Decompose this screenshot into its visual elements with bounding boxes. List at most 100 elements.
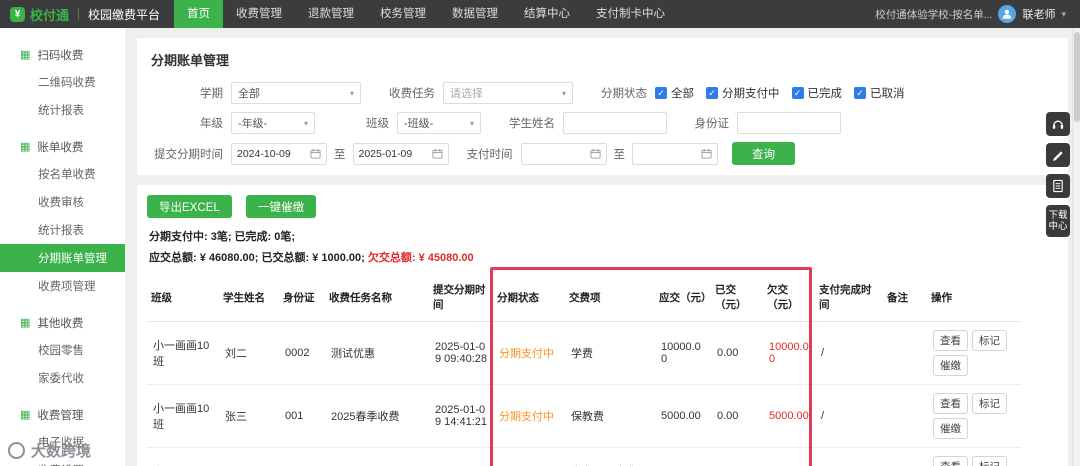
cell-owed: 30080.00 — [763, 447, 815, 466]
topnav-item[interactable]: 校务管理 — [367, 0, 439, 28]
idcard-input[interactable] — [737, 112, 841, 134]
view-button[interactable]: 查看 — [933, 456, 968, 466]
sidebar-item[interactable]: 校园零售 — [0, 336, 125, 364]
remind-button[interactable]: 催缴 — [933, 418, 968, 439]
cell-student: 张三 — [219, 384, 279, 448]
cell-task: 春季收费 — [325, 447, 429, 466]
user-icon — [1003, 9, 1012, 19]
headset-icon — [1052, 120, 1064, 129]
scrollbar-thumb[interactable] — [1073, 32, 1080, 122]
export-excel-button[interactable]: 导出EXCEL — [147, 195, 232, 218]
submit-from-date[interactable]: 2024-10-09 — [231, 142, 327, 165]
table-row: 小一画画10班 刘二 0002 测试优惠 2025-01-09 09:40:28 分期支付… — [147, 321, 1021, 385]
column-header: 班级 — [147, 273, 219, 322]
support-button[interactable] — [1046, 112, 1070, 136]
watermark-logo-icon — [8, 442, 25, 459]
search-button[interactable]: 查询 — [732, 142, 795, 165]
remind-button[interactable]: 催缴 — [933, 355, 968, 376]
sidebar-section-header[interactable]: ▦ 扫码收费 — [0, 42, 125, 68]
student-name-input[interactable] — [563, 112, 667, 134]
feedback-button[interactable] — [1046, 143, 1070, 167]
submit-to-date[interactable]: 2025-01-09 — [352, 142, 449, 165]
topnav-item[interactable]: 数据管理 — [439, 0, 511, 28]
view-button[interactable]: 查看 — [933, 393, 968, 414]
cell-items: 学费、伙食费、住宿费 — [565, 447, 655, 466]
class-select[interactable]: -班级- ▾ — [397, 112, 481, 134]
column-header: 交费项 — [565, 273, 655, 322]
cell-note — [883, 321, 927, 385]
sidebar-item[interactable]: 统计报表 — [0, 216, 125, 244]
float-toolbar: 下载中心 — [1046, 112, 1070, 237]
sidebar-item[interactable]: 收费项管理 — [0, 272, 125, 300]
cell-class-name: 小一画画10班 — [147, 321, 219, 385]
semester-select[interactable]: 全部 ▾ — [231, 82, 361, 104]
sidebar-item[interactable]: 分期账单管理 — [0, 244, 125, 272]
user-name[interactable]: 联老师 — [1022, 6, 1055, 22]
cell-owed: 10000.00 — [763, 321, 815, 385]
cell-actions: 查看标记催缴 — [927, 447, 1021, 466]
batch-remind-button[interactable]: 一键催缴 — [246, 195, 317, 218]
cell-submit-time: 2025-01-09 15:35:40 — [429, 447, 493, 466]
cell-due: 31080.00 — [655, 447, 711, 466]
topnav-item[interactable]: 支付制卡中心 — [583, 0, 678, 28]
status-checkbox[interactable]: ✓ 已取消 — [854, 85, 905, 101]
pen-icon — [1053, 151, 1063, 161]
mark-button[interactable]: 标记 — [972, 456, 1007, 466]
pay-from-date[interactable] — [520, 142, 607, 165]
summary: 分期支付中: 3笔; 已完成: 0笔; 应交总额: ¥ 46080.00; 已交… — [149, 228, 1056, 265]
sidebar-section-header[interactable]: ▦ 账单收费 — [0, 134, 125, 160]
sidebar: ▦ 扫码收费 二维码收费 统计报表 ▦ 账单收费 按名单收费 收费审核 统计报表 分期账单管理 收费… — [0, 28, 125, 466]
status-checkbox[interactable]: ✓ 已完成 — [791, 85, 842, 101]
topnav-item[interactable]: 退款管理 — [295, 0, 367, 28]
section-grid-icon: ▦ — [20, 140, 31, 153]
brand[interactable]: ¥ 校付通 — [0, 5, 75, 24]
chevron-down-icon: ▾ — [561, 88, 566, 98]
task-placeholder: 请选择 — [450, 88, 483, 100]
sidebar-item[interactable]: 家委代收 — [0, 364, 125, 392]
column-header: 应交（元） — [655, 273, 712, 322]
topnav-item[interactable]: 首页 — [174, 0, 224, 28]
sidebar-item[interactable]: 统计报表 — [0, 96, 125, 124]
document-button[interactable] — [1046, 174, 1070, 198]
mark-button[interactable]: 标记 — [972, 393, 1007, 414]
cell-items: 保教费 — [565, 384, 655, 448]
topnav-item[interactable]: 结算中心 — [511, 0, 583, 28]
status-checkbox[interactable]: ✓ 分期支付中 — [706, 85, 780, 101]
mark-button[interactable]: 标记 — [972, 330, 1007, 351]
vertical-scrollbar[interactable] — [1072, 28, 1080, 466]
topbar: ¥ 校付通 校园缴费平台 首页 收费管理 退款管理 校务管理 数据管理 结算中心 支付制卡中… — [0, 0, 1080, 28]
sidebar-section-label: 扫码收费 — [37, 50, 84, 62]
watermark-text: 大数跨境 — [31, 443, 92, 460]
avatar[interactable] — [998, 5, 1017, 23]
sidebar-section-header[interactable]: ▦ 其他收费 — [0, 310, 125, 336]
filter-row-2: 年级 -年级- ▾ 班级 -班级- ▾ 学生姓名 身份证 — [151, 112, 1054, 134]
cell-note — [883, 447, 927, 466]
cell-student: 李四 — [219, 447, 279, 466]
sidebar-item[interactable]: 二维码收费 — [0, 68, 125, 96]
sidebar-item[interactable]: 收费审核 — [0, 188, 125, 216]
page-title: 分期账单管理 — [151, 53, 230, 68]
document-icon — [1053, 179, 1063, 193]
sidebar-section-header[interactable]: ▦ 收费管理 — [0, 402, 125, 428]
sidebar-item[interactable]: 按名单收费 — [0, 160, 125, 188]
to-label: 至 — [613, 148, 626, 161]
cell-paid: 0.00 — [711, 384, 763, 448]
status-checkbox[interactable]: ✓ 全部 — [655, 85, 694, 101]
task-select[interactable]: 请选择 ▾ — [443, 82, 573, 104]
student-name-label: 学生姓名 — [509, 118, 555, 130]
filter-row-1: 学期 全部 ▾ 收费任务 请选择 ▾ 分期状态 ✓ 全部 ✓ 分期支付中 ✓ 已完成 ✓ 已取… — [151, 82, 1054, 104]
chevron-down-icon[interactable]: ▾ — [1061, 9, 1066, 20]
checkbox-icon: ✓ — [706, 87, 718, 99]
topnav-item[interactable]: 收费管理 — [223, 0, 295, 28]
status-checkbox-group: ✓ 全部 ✓ 分期支付中 ✓ 已完成 ✓ 已取消 — [655, 85, 917, 101]
download-center-button[interactable]: 下载中心 — [1046, 205, 1070, 237]
topbar-right: 校付通体验学校-按名单... 联老师 ▾ — [875, 5, 1080, 23]
view-button[interactable]: 查看 — [933, 330, 968, 351]
installment-table: 班级 学生姓名 身份证 收费任务名称 提交分期时间 分期状态 交费项 应交（元） 已交（元） 欠交… — [147, 273, 1021, 466]
summary-totals: 应交总额: ¥ 46080.00; 已交总额: ¥ 1000.00; — [149, 252, 365, 264]
table-toolbar: 导出EXCEL 一键催缴 — [147, 195, 1058, 218]
submit-from-value: 2024-10-09 — [237, 147, 291, 160]
column-header: 备注 — [883, 273, 927, 322]
pay-to-date[interactable] — [632, 142, 718, 165]
grade-select[interactable]: -年级- ▾ — [231, 112, 315, 134]
